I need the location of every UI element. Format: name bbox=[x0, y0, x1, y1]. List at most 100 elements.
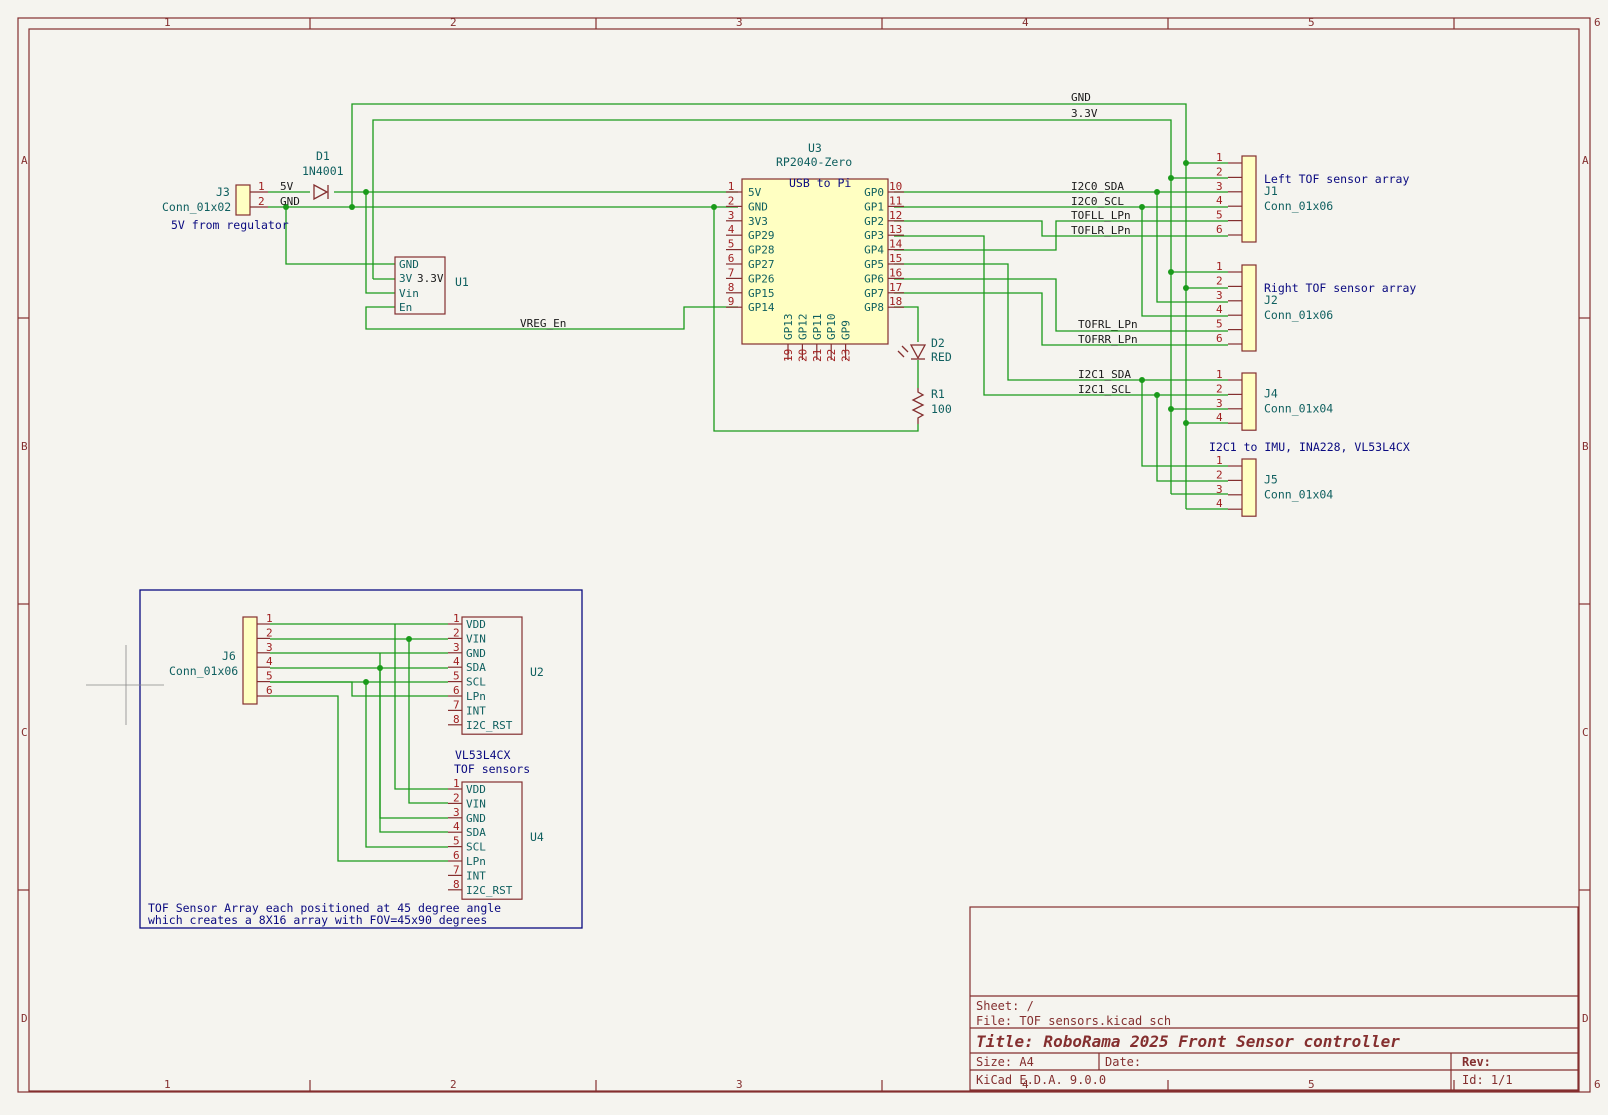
grid-row-label: B bbox=[21, 440, 28, 453]
sensor-pin-name: INT bbox=[466, 704, 486, 717]
led-d2[interactable]: D2 RED bbox=[897, 336, 952, 364]
pin-num: 6 bbox=[1216, 223, 1223, 236]
grid-col-label: 1 bbox=[164, 16, 171, 29]
schematic-canvas: 112233445566A AB BC CD D GND 3.3V 5V GND… bbox=[17, 16, 1601, 1093]
j3-note: 5V from regulator bbox=[171, 218, 289, 232]
connector-note: Right TOF sensor array bbox=[1264, 281, 1416, 295]
u3-pin-num: 16 bbox=[889, 266, 902, 279]
tb-rev: Rev: bbox=[1462, 1055, 1491, 1069]
u3-pin-num: 4 bbox=[728, 223, 735, 236]
connector-j2[interactable]: 12 34 56 J2Conn_01x06 Right TOF sensor array bbox=[1216, 260, 1416, 352]
u3-pin-name: GP4 bbox=[864, 244, 884, 257]
grid-row-label: B bbox=[1582, 440, 1589, 453]
mcu-u3[interactable]: U3 RP2040-Zero USB to Pi 1 5V 2 GND 3 3V3 4 GP2… bbox=[726, 141, 904, 362]
j6-pin-num: 1 bbox=[266, 612, 273, 625]
tof-value-line-1: VL53L4CX bbox=[455, 748, 510, 762]
u3-pin-name: 5V bbox=[748, 186, 762, 199]
u3-pin-num: 11 bbox=[889, 194, 902, 207]
sensor-pin-num: 6 bbox=[453, 684, 460, 697]
tof-sensor-u4[interactable]: 1 VDD 2 VIN 3 GND 4 SDA 5 SCL 6 LPn 7 INT 8 I2C_RST U4 bbox=[448, 777, 544, 900]
d1-value: 1N4001 bbox=[302, 164, 344, 178]
j6-pin-num: 3 bbox=[266, 641, 273, 654]
u1-pin-gnd: GND bbox=[399, 258, 419, 271]
sensor-pin-name: GND bbox=[466, 812, 486, 825]
grid-col-label: 6 bbox=[1594, 16, 1601, 29]
net-label-i2c1-sda: I2C1_SDA bbox=[1078, 368, 1131, 381]
u3-pin-num: 1 bbox=[728, 180, 735, 193]
j3-ref: J3 bbox=[216, 185, 230, 199]
sensor-pin-name: SDA bbox=[466, 826, 486, 839]
d1-ref: D1 bbox=[316, 149, 330, 163]
tb-date: Date: bbox=[1105, 1055, 1141, 1069]
sensor-pin-name: VIN bbox=[466, 797, 486, 810]
j6-ref: J6 bbox=[222, 649, 236, 663]
diode-icon bbox=[313, 183, 329, 201]
title-block: Sheet: / File: TOF sensors.kicad_sch Tit… bbox=[969, 906, 1579, 1091]
tof-sensor-u2[interactable]: 1 VDD 2 VIN 3 GND 4 SDA 5 SCL 6 LPn 7 INT 8 I2C_RST U2 bbox=[448, 612, 544, 735]
connector-j1[interactable]: 12 34 56 J1Conn_01x06 Left TOF sensor array bbox=[1216, 151, 1409, 243]
u3-pin-name: GP1 bbox=[864, 200, 884, 213]
pin-num: 3 bbox=[1216, 397, 1223, 410]
connector-note: Left TOF sensor array bbox=[1264, 172, 1409, 186]
connector-ref: J5 bbox=[1264, 473, 1278, 487]
net-label-tofrr: TOFRR_LPn bbox=[1078, 333, 1138, 346]
u3-pin-name: 3V3 bbox=[748, 215, 768, 228]
sensor-ref: U2 bbox=[530, 665, 544, 679]
u3-pin-name: GP12 bbox=[796, 314, 809, 341]
net-label-vreg-en: VREG_En bbox=[520, 317, 566, 330]
connector-j4[interactable]: 12 34 J4Conn_01x04 bbox=[1216, 368, 1333, 431]
pin-num: 5 bbox=[1216, 318, 1223, 331]
u3-pin-num: 20 bbox=[796, 349, 809, 362]
u3-pin-name: GP15 bbox=[748, 287, 775, 300]
u1-ref: U1 bbox=[455, 275, 469, 289]
pin-num: 2 bbox=[1216, 274, 1223, 287]
u3-pin-num: 17 bbox=[889, 281, 902, 294]
u3-pin-name: GP3 bbox=[864, 229, 884, 242]
regulator-u1[interactable]: GND 3V Vin En 3.3V U1 bbox=[394, 256, 469, 315]
connector-j5[interactable]: 12 34 J5Conn_01x04 I2C1 to IMU, INA228, VL5… bbox=[1209, 440, 1410, 517]
resistor-r1[interactable]: R1 100 bbox=[911, 387, 952, 424]
connector-j6[interactable]: 12 34 56 J6 Conn_01x06 bbox=[169, 612, 273, 705]
pin-num: 2 bbox=[1216, 382, 1223, 395]
pin-num: 4 bbox=[1216, 497, 1223, 510]
u3-pin-name: GP13 bbox=[782, 314, 795, 341]
connector-value: Conn_01x06 bbox=[1264, 308, 1333, 322]
pin-num: 3 bbox=[1216, 483, 1223, 496]
sensor-pin-num: 7 bbox=[453, 863, 460, 876]
sensor-pin-name: SDA bbox=[466, 661, 486, 674]
connector-ref: J4 bbox=[1264, 387, 1278, 401]
grid-col-label: 5 bbox=[1308, 16, 1315, 29]
u1-3v3-label: 3.3V bbox=[417, 272, 444, 285]
connector-j3[interactable]: 1 2 J3 Conn_01x02 5V from regulator bbox=[162, 180, 289, 232]
net-label-3v3: 3.3V bbox=[1071, 107, 1098, 120]
u3-pin-num: 22 bbox=[825, 349, 838, 362]
sensor-pin-name: LPn bbox=[466, 690, 486, 703]
sensor-pin-num: 3 bbox=[453, 641, 460, 654]
grid-col-label: 2 bbox=[450, 16, 457, 29]
grid-col-label: 3 bbox=[736, 16, 743, 29]
grid-col-label: 6 bbox=[1594, 1078, 1601, 1091]
u3-pin-name: GP26 bbox=[748, 272, 775, 285]
sensor-pin-num: 4 bbox=[453, 655, 460, 668]
u3-pin-name: GP0 bbox=[864, 186, 884, 199]
j3-pin-1: 1 bbox=[258, 180, 265, 193]
u3-pin-num: 23 bbox=[840, 349, 853, 362]
u3-pin-name: GND bbox=[748, 200, 768, 213]
u3-pin-name: GP5 bbox=[864, 258, 884, 271]
tb-tool: KiCad E.D.A. 9.0.0 bbox=[976, 1073, 1106, 1087]
pin-num: 1 bbox=[1216, 454, 1223, 467]
u3-left-pins: 1 5V 2 GND 3 3V3 4 GP29 5 GP28 6 GP27 7 GP26 8 GP15 9 GP1… bbox=[726, 180, 775, 314]
sensor-pin-name: GND bbox=[466, 647, 486, 660]
net-label-i2c0-sda: I2C0_SDA bbox=[1071, 180, 1124, 193]
u3-pin-num: 13 bbox=[889, 223, 902, 236]
u3-pin-num: 21 bbox=[811, 349, 824, 362]
sensor-pin-name: SCL bbox=[466, 841, 486, 854]
u1-pin-en: En bbox=[399, 301, 412, 314]
u3-pin-name: GP9 bbox=[840, 320, 853, 340]
tof-note-line-2: which creates a 8X16 array with FOV=45x9… bbox=[148, 913, 487, 927]
sensor-pin-num: 8 bbox=[453, 713, 460, 726]
u1-pin-3v: 3V bbox=[399, 272, 413, 285]
u3-pin-num: 7 bbox=[728, 266, 735, 279]
pin-num: 4 bbox=[1216, 303, 1223, 316]
u3-pin-name: GP29 bbox=[748, 229, 775, 242]
